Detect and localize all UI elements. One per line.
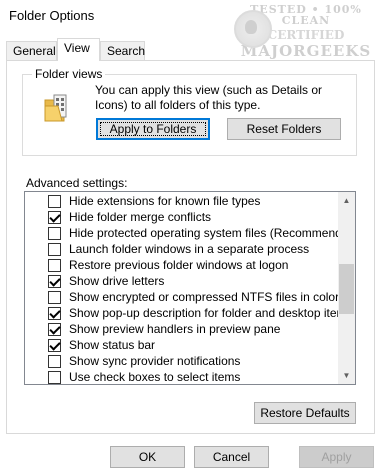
checkbox[interactable] — [48, 227, 61, 240]
scroll-up-icon[interactable]: ▲ — [338, 192, 355, 209]
list-item-label: Show drive letters — [69, 274, 165, 288]
checkbox[interactable] — [48, 259, 61, 272]
checkbox[interactable] — [48, 307, 61, 320]
tab-view[interactable]: View — [57, 38, 100, 61]
tab-general[interactable]: General — [6, 41, 57, 60]
advanced-settings-list[interactable]: Hide extensions for known file types Hid… — [24, 191, 356, 385]
list-item-label: Hide folder merge conflicts — [69, 210, 212, 224]
list-item-label: Show preview handlers in preview pane — [69, 322, 281, 336]
window-title: Folder Options — [9, 8, 95, 23]
scroll-down-icon[interactable]: ▼ — [338, 367, 355, 384]
checkbox[interactable] — [48, 275, 61, 288]
checkbox[interactable] — [48, 355, 61, 368]
list-item-label: Hide protected operating system files (R… — [69, 226, 356, 240]
checkbox[interactable] — [48, 211, 61, 224]
list-item-label: Show pop-up description for folder and d… — [69, 306, 353, 320]
folder-views-icon — [44, 94, 67, 122]
focus-rectangle — [100, 122, 206, 136]
reset-folders-button[interactable]: Reset Folders — [227, 118, 341, 140]
list-item-label: Hide extensions for known file types — [69, 194, 261, 208]
tab-search[interactable]: Search — [100, 41, 145, 60]
apply-to-folders-button[interactable]: Apply to Folders — [96, 118, 210, 140]
folder-views-label: Folder views — [32, 67, 106, 81]
vertical-scrollbar[interactable]: ▲ ▼ — [338, 192, 355, 384]
scrollbar-thumb[interactable] — [339, 264, 354, 314]
checkbox[interactable] — [48, 291, 61, 304]
folder-views-description: You can apply this view (such as Details… — [95, 83, 323, 112]
list-item-label: Restore previous folder windows at logon — [69, 258, 289, 272]
title-bar[interactable]: Folder Options — [0, 0, 382, 32]
watermark-line3: MAJORGEEKS — [240, 42, 372, 60]
advanced-settings-label: Advanced settings: — [26, 176, 128, 190]
list-item-label: Launch folder windows in a separate proc… — [69, 242, 310, 256]
checkbox[interactable] — [48, 323, 61, 336]
list-item-label: Use check boxes to select items — [69, 370, 241, 384]
checkbox[interactable] — [48, 195, 61, 208]
cancel-button[interactable]: Cancel — [194, 446, 269, 468]
ok-button[interactable]: OK — [110, 446, 185, 468]
list-item-label: Show encrypted or compressed NTFS files … — [69, 290, 340, 304]
restore-defaults-button[interactable]: Restore Defaults — [254, 402, 356, 424]
checkbox[interactable] — [48, 339, 61, 352]
list-item-label: Show sync provider notifications — [69, 354, 241, 368]
apply-button[interactable]: Apply — [299, 446, 374, 468]
checkbox[interactable] — [48, 371, 61, 384]
list-item-label: Show status bar — [69, 338, 156, 352]
checkbox[interactable] — [48, 243, 61, 256]
